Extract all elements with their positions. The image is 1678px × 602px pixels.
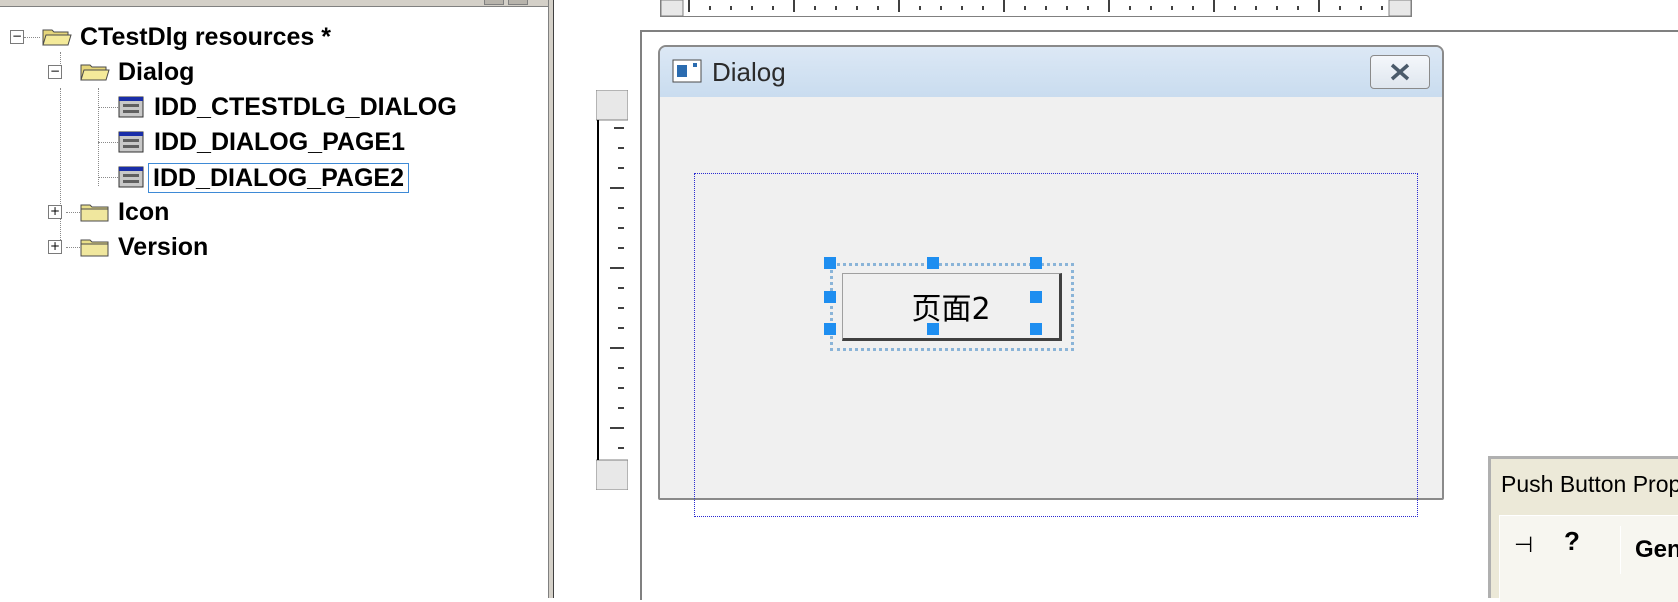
resource-view-pane: − CTestDlg resources * − Dialog IDD_CTES…: [0, 0, 548, 598]
pin-icon[interactable]: ⊣: [1514, 532, 1533, 558]
help-icon[interactable]: ?: [1564, 526, 1580, 557]
tree-item-label: IDD_DIALOG_PAGE1: [154, 128, 405, 156]
push-button-page2[interactable]: 页面2: [842, 273, 1062, 341]
dialog-preview-window[interactable]: Dialog 页面2: [658, 45, 1444, 517]
tree-item-label: IDD_CTESTDLG_DIALOG: [154, 93, 457, 121]
tree-item-label: IDD_DIALOG_PAGE2: [148, 163, 409, 193]
dialog-titlebar[interactable]: Dialog: [660, 47, 1442, 97]
open-folder-icon: [80, 64, 110, 81]
properties-body: ⊣ ? General: [1499, 515, 1678, 602]
tree-item-root[interactable]: − CTestDlg resources *: [0, 22, 540, 52]
folder-icon: [80, 239, 109, 257]
resize-handle-bottom-right[interactable]: [1030, 323, 1042, 335]
expand-toggle[interactable]: +: [48, 240, 62, 254]
tab-general[interactable]: General: [1620, 526, 1678, 574]
resize-handle-top-right[interactable]: [1030, 257, 1042, 269]
tree-item-dialog[interactable]: IDD_CTESTDLG_DIALOG: [0, 92, 540, 122]
properties-window-title: Push Button Properties: [1501, 471, 1678, 497]
tree-item-dialog-folder[interactable]: − Dialog: [0, 57, 540, 87]
resize-handle-bottom[interactable]: [927, 323, 939, 335]
tree-item-label: Icon: [118, 198, 170, 226]
dialog-window-icon: [672, 59, 702, 83]
tree-item-label: CTestDlg resources *: [80, 23, 332, 51]
collapse-toggle[interactable]: −: [48, 65, 62, 79]
resize-handle-bottom-left[interactable]: [824, 323, 836, 335]
tree-item-dialog-selected[interactable]: IDD_DIALOG_PAGE2: [0, 162, 540, 193]
pane-grip[interactable]: [508, 0, 528, 5]
tree-item-label: Dialog: [118, 58, 195, 86]
vertical-ruler[interactable]: [596, 90, 628, 490]
dialog-title: Dialog: [712, 57, 786, 87]
resize-handle-left[interactable]: [824, 291, 836, 303]
pane-splitter[interactable]: [548, 0, 554, 598]
dialog-resource-icon: [118, 166, 144, 188]
close-button[interactable]: [1370, 55, 1430, 89]
dialog-client-area[interactable]: 页面2: [660, 97, 1442, 517]
dialog-resource-icon: [118, 131, 144, 153]
collapse-toggle[interactable]: −: [10, 30, 24, 44]
horizontal-ruler[interactable]: [660, 0, 1412, 17]
close-icon: [1390, 63, 1410, 81]
tree-item-version-folder[interactable]: + Version: [0, 232, 540, 262]
dialog-resource-icon: [118, 96, 144, 118]
tree-item-icon-folder[interactable]: + Icon: [0, 197, 540, 227]
resize-handle-right[interactable]: [1030, 291, 1042, 303]
resize-handle-top[interactable]: [927, 257, 939, 269]
tree-item-label: Version: [118, 233, 209, 261]
push-button-properties-window[interactable]: Push Button Properties ⊣ ? General: [1488, 456, 1678, 602]
tree-item-dialog[interactable]: IDD_DIALOG_PAGE1: [0, 127, 540, 157]
open-folder-icon: [42, 29, 72, 46]
expand-toggle[interactable]: +: [48, 205, 62, 219]
pane-top-edge: [0, 0, 548, 7]
pane-grip[interactable]: [484, 0, 504, 5]
folder-icon: [80, 204, 109, 222]
resize-handle-top-left[interactable]: [824, 257, 836, 269]
